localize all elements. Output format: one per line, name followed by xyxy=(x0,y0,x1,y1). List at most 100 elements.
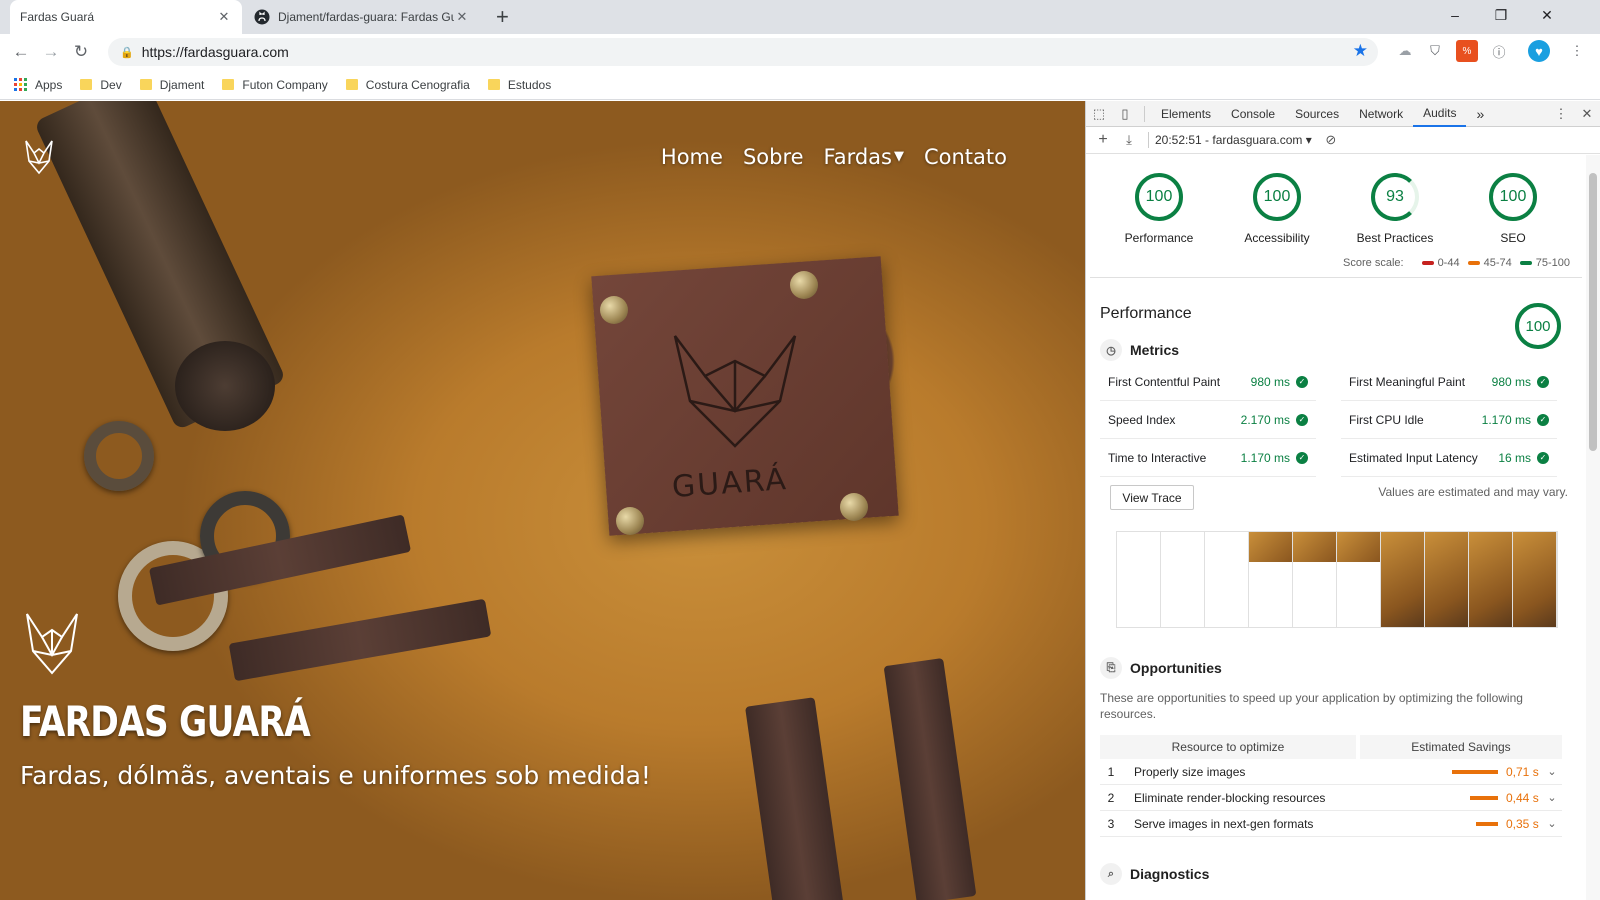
scrollbar-thumb[interactable] xyxy=(1589,173,1597,451)
performance-score-ring: 100 xyxy=(1515,303,1561,349)
browser-tab-active[interactable]: Fardas Guará ✕ xyxy=(10,0,242,34)
metric-name: Time to Interactive xyxy=(1108,450,1207,465)
gauge-seo[interactable]: 100 SEO xyxy=(1458,173,1568,245)
performance-section-title: Performance xyxy=(1100,305,1192,322)
forward-arrow-icon[interactable]: → xyxy=(36,37,66,67)
browser-toolbar: ← → ↻ 🔒 https://fardasguara.com ★ xyxy=(0,34,1600,70)
devtools-menu-icon[interactable]: ⋮ xyxy=(1548,101,1574,127)
cloud-extension-icon[interactable]: ☁ xyxy=(1394,40,1416,62)
metric-estimated-input-latency: Estimated Input Latency 16 ms ✓ xyxy=(1341,439,1557,477)
bookmark-apps[interactable]: Apps xyxy=(14,78,62,92)
opportunity-row[interactable]: 3 Serve images in next-gen formats 0,35 … xyxy=(1100,811,1562,837)
chevron-down-icon[interactable]: ⌄ xyxy=(1542,765,1562,778)
bookmark-folder-costura[interactable]: Costura Cenografia xyxy=(345,77,470,92)
filmstrip-frame xyxy=(1425,532,1469,627)
nav-sobre-link[interactable]: Sobre xyxy=(743,145,804,169)
gauge-performance[interactable]: 100 Performance xyxy=(1104,173,1214,245)
metric-name: First Meaningful Paint xyxy=(1349,374,1466,389)
apps-grid-icon xyxy=(14,78,27,91)
heart-extension-icon[interactable]: ♥ xyxy=(1528,40,1550,62)
bookmark-folder-djament[interactable]: Djament xyxy=(139,77,205,92)
nav-home-link[interactable]: Home xyxy=(661,145,723,169)
leather-strap-image xyxy=(745,697,845,900)
minimize-button[interactable]: – xyxy=(1432,0,1478,30)
tab-console[interactable]: Console xyxy=(1221,101,1285,127)
metrics-header: ◷ Metrics xyxy=(1100,339,1179,361)
close-window-button[interactable]: ✕ xyxy=(1524,0,1570,30)
row-number: 2 xyxy=(1107,790,1115,805)
bookmark-star-icon[interactable]: ★ xyxy=(1353,41,1368,61)
new-audit-icon[interactable]: + xyxy=(1090,127,1116,153)
bookmarks-bar: Apps Dev Djament Futon Company Costura C… xyxy=(0,70,1600,100)
tab-strip: Fardas Guará ✕ Djament/fardas-guara: Far… xyxy=(0,0,1600,34)
opportunities-table: Resource to optimize Estimated Savings 1… xyxy=(1100,735,1562,837)
bookmark-folder-estudos[interactable]: Estudos xyxy=(487,78,551,92)
rivet-image xyxy=(600,296,628,324)
maximize-button[interactable]: ❐ xyxy=(1478,0,1524,30)
close-devtools-icon[interactable]: ✕ xyxy=(1574,101,1600,127)
gauge-label: Best Practices xyxy=(1356,231,1434,245)
folder-icon xyxy=(139,79,152,90)
close-tab-icon[interactable]: ✕ xyxy=(454,9,470,25)
chevron-down-icon[interactable]: ⌄ xyxy=(1542,791,1562,804)
info-extension-icon[interactable]: ⓘ xyxy=(1488,40,1510,62)
browser-tab[interactable]: Djament/fardas-guara: Fardas Gu ✕ xyxy=(244,0,480,34)
bookmark-label: Costura Cenografia xyxy=(365,77,470,92)
bookmark-folder-futon[interactable]: Futon Company xyxy=(222,78,328,92)
bookmark-label: Djament xyxy=(159,77,205,92)
opportunity-row[interactable]: 2 Eliminate render-blocking resources 0,… xyxy=(1100,785,1562,811)
chevron-down-icon[interactable]: ⌄ xyxy=(1542,817,1562,830)
pass-check-icon: ✓ xyxy=(1296,375,1308,388)
opportunity-savings: 0,71 s xyxy=(1506,764,1539,779)
more-tabs-icon[interactable]: » xyxy=(1466,101,1494,127)
browser-menu-icon[interactable]: ⋮ xyxy=(1566,40,1588,62)
nav-fardas-dropdown[interactable]: Fardas ▼ xyxy=(824,145,904,169)
tab-elements[interactable]: Elements xyxy=(1151,101,1221,127)
metric-name: Estimated Input Latency xyxy=(1349,450,1478,465)
filmstrip-frame xyxy=(1469,532,1513,627)
magnifier-icon: ⌕ xyxy=(1100,863,1122,885)
view-trace-button[interactable]: View Trace xyxy=(1110,485,1194,510)
opportunities-icon: ⎘ xyxy=(1100,657,1122,679)
reload-icon[interactable]: ↻ xyxy=(66,37,96,67)
rivet-image xyxy=(616,507,644,535)
nav-contato-link[interactable]: Contato xyxy=(924,145,1007,169)
bookmark-label: Apps xyxy=(35,77,63,92)
back-arrow-icon[interactable]: ← xyxy=(6,37,36,67)
opportunities-description: These are opportunities to speed up your… xyxy=(1100,691,1523,721)
score-ring: 100 xyxy=(1253,173,1301,221)
wolf-logo-icon[interactable] xyxy=(24,139,54,175)
report-selector[interactable]: 20:52:51 - fardasguara.com ▾ xyxy=(1155,133,1312,147)
table-header: Resource to optimize Estimated Savings xyxy=(1100,735,1562,759)
metric-value: 16 ms xyxy=(1498,450,1531,465)
diagnostics-header: ⌕ Diagnostics xyxy=(1100,863,1209,885)
tab-title: Djament/fardas-guara: Fardas Gu xyxy=(278,10,454,24)
devtools-scrollbar[interactable] xyxy=(1586,155,1600,900)
clear-reports-icon[interactable]: ⊘ xyxy=(1318,127,1344,153)
gauge-accessibility[interactable]: 100 Accessibility xyxy=(1222,173,1332,245)
opportunity-row[interactable]: 1 Properly size images 0,71 s ⌄ xyxy=(1100,759,1562,785)
pass-check-icon: ✓ xyxy=(1537,413,1549,426)
tab-audits[interactable]: Audits xyxy=(1413,101,1467,127)
download-report-icon[interactable]: ⤓ xyxy=(1116,127,1142,153)
new-tab-button[interactable]: + xyxy=(496,4,509,30)
address-bar[interactable]: 🔒 https://fardasguara.com ★ xyxy=(108,38,1378,66)
shield-extension-icon[interactable]: ⛉ xyxy=(1424,40,1446,62)
red-extension-icon[interactable]: % xyxy=(1456,40,1478,62)
tab-sources[interactable]: Sources xyxy=(1285,101,1349,127)
filmstrip-frame xyxy=(1513,532,1557,627)
device-toolbar-icon[interactable]: ▯ xyxy=(1112,101,1138,127)
metric-value: 1.170 ms xyxy=(1481,412,1531,427)
gauge-best-practices[interactable]: 93 Best Practices xyxy=(1340,173,1450,245)
score-gauges: 100 Performance 100 Accessibility 93 Bes… xyxy=(1086,155,1586,245)
bookmark-folder-dev[interactable]: Dev xyxy=(80,78,122,92)
opportunity-name: Serve images in next-gen formats xyxy=(1134,816,1314,831)
metric-first-contentful-paint: First Contentful Paint 980 ms ✓ xyxy=(1100,363,1316,401)
close-tab-icon[interactable]: ✕ xyxy=(216,9,232,25)
scale-range-fail: 0-44 xyxy=(1421,257,1460,269)
gauge-label: Performance xyxy=(1124,231,1194,245)
devtools-panel: ⬚ ▯ Elements Console Sources Network Aud… xyxy=(1085,101,1600,900)
inspect-element-icon[interactable]: ⬚ xyxy=(1086,101,1112,127)
tab-network[interactable]: Network xyxy=(1349,101,1413,127)
hammer-head-image xyxy=(175,341,275,431)
